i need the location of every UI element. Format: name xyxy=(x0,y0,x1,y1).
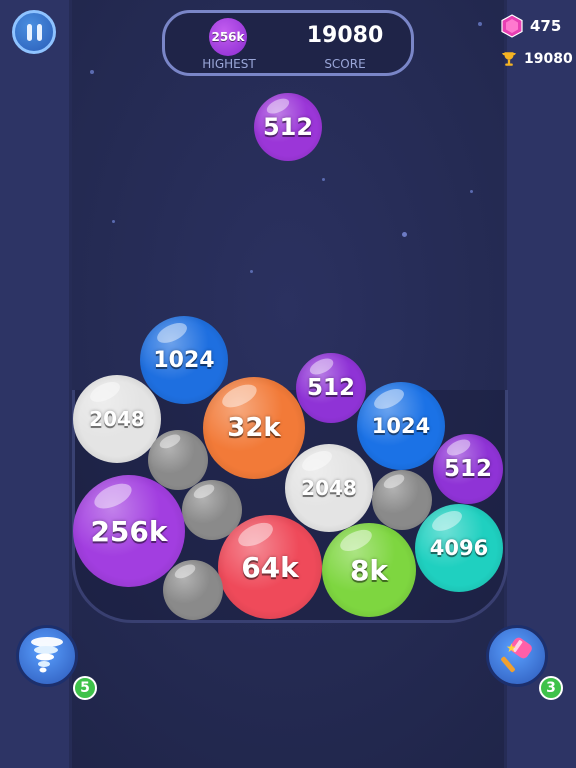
star-decoration xyxy=(470,190,473,193)
ball: 256k xyxy=(73,475,185,587)
star-decoration xyxy=(402,232,407,237)
tornado-count-badge: 5 xyxy=(73,676,97,700)
ball: 2048 xyxy=(73,375,161,463)
highest-value: 256k xyxy=(211,30,245,44)
tornado-count: 5 xyxy=(80,680,90,696)
ball-label: 512 xyxy=(306,375,355,401)
ball: 512 xyxy=(433,434,503,504)
hammer-powerup-button[interactable]: ★ 3 xyxy=(486,625,563,700)
next-ball-label: 512 xyxy=(262,113,314,141)
ball: 32k xyxy=(203,377,305,479)
ball xyxy=(148,430,208,490)
best-score: 19080 xyxy=(500,50,573,68)
gem-counter: 475 xyxy=(500,14,561,38)
star-decoration xyxy=(90,70,94,74)
ball-label: 1024 xyxy=(153,347,215,373)
ball-label: 256k xyxy=(90,514,168,548)
ball xyxy=(163,560,223,620)
game-stage[interactable]: 256k HIGHEST 19080 SCORE 475 19080 512 1… xyxy=(0,0,576,768)
hammer-count-badge: 3 xyxy=(539,676,563,700)
ball-label: 2048 xyxy=(301,476,357,500)
star-decoration xyxy=(478,22,482,26)
star-decoration xyxy=(250,270,253,273)
hammer-count: 3 xyxy=(546,680,556,696)
ball: 8k xyxy=(322,523,416,617)
ball-label: 64k xyxy=(241,550,299,584)
star-decoration xyxy=(322,178,325,181)
hammer-icon: ★ xyxy=(501,637,532,673)
ball: 64k xyxy=(218,515,322,619)
ball-label: 4096 xyxy=(429,536,489,560)
score-label: SCORE xyxy=(324,57,366,71)
score-panel: 256k HIGHEST 19080 SCORE xyxy=(162,10,414,76)
gem-count: 475 xyxy=(530,17,562,35)
ball: 2048 xyxy=(285,444,373,532)
ball-label: 32k xyxy=(227,413,281,443)
ball: 1024 xyxy=(357,382,445,470)
pause-button[interactable] xyxy=(12,10,56,54)
tornado-icon xyxy=(31,637,63,673)
score-value: 19080 xyxy=(306,23,384,48)
highest-ball: 256k xyxy=(209,18,247,56)
svg-text:★: ★ xyxy=(506,641,517,655)
ball: 512 xyxy=(296,353,366,423)
trophy-icon xyxy=(502,52,516,66)
next-ball[interactable]: 512 xyxy=(254,93,322,161)
highest-label: HIGHEST xyxy=(202,57,256,71)
pause-icon-bar xyxy=(36,23,42,41)
ball-label: 2048 xyxy=(89,407,145,431)
ball: 1024 xyxy=(140,316,228,404)
ball-label: 1024 xyxy=(371,414,431,438)
pause-icon xyxy=(26,23,32,41)
ball-label: 512 xyxy=(443,456,492,482)
ball-label: 8k xyxy=(349,553,389,587)
tornado-powerup-button[interactable]: 5 xyxy=(16,625,97,700)
best-score-value: 19080 xyxy=(524,51,573,67)
star-decoration xyxy=(112,220,115,223)
ball: 4096 xyxy=(415,504,503,592)
gem-icon xyxy=(501,14,523,38)
